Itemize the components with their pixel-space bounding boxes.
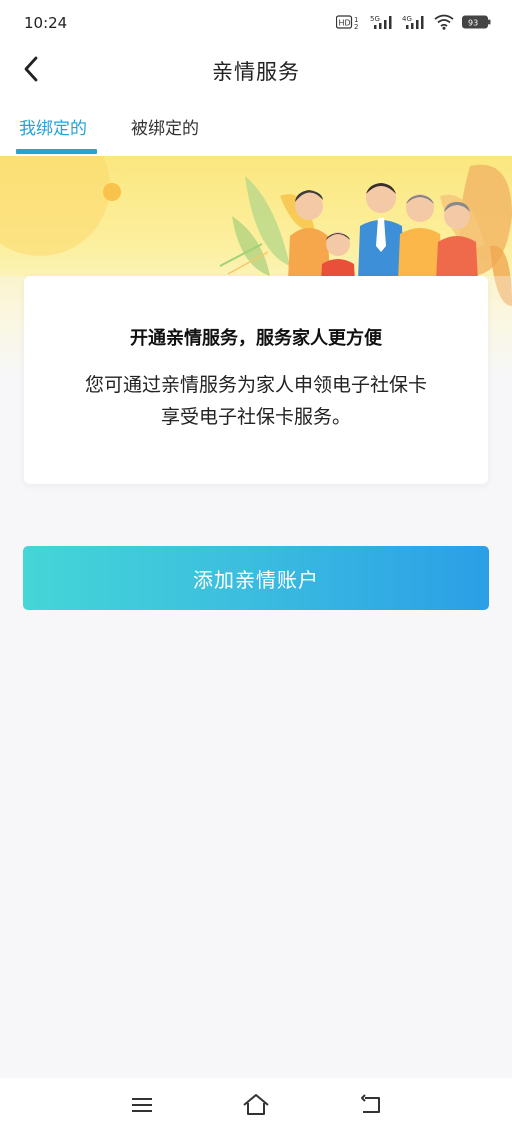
tab-bar: 我绑定的 被绑定的 <box>0 98 512 156</box>
tab-bound-by-others[interactable]: 被绑定的 <box>131 114 199 139</box>
signal-5g-icon: 5G <box>370 14 394 30</box>
signal-4g-icon: 4G <box>402 14 426 30</box>
svg-text:4G: 4G <box>402 15 412 23</box>
svg-text:2: 2 <box>354 23 358 29</box>
status-bar: 10:24 HD 1 2 5G 4G 93 <box>0 0 512 44</box>
hd-icon: HD 1 2 <box>336 15 362 29</box>
home-button[interactable] <box>240 1092 272 1122</box>
battery-icon: 93 <box>462 14 492 30</box>
add-family-account-button[interactable]: 添加亲情账户 <box>23 546 489 610</box>
card-description-line-1: 您可通过亲情服务为家人申领电子社保卡 <box>84 374 427 396</box>
return-button[interactable] <box>354 1092 386 1122</box>
svg-text:HD: HD <box>339 19 351 28</box>
tab-active-indicator <box>16 149 97 154</box>
svg-text:93: 93 <box>468 18 478 27</box>
page-title: 亲情服务 <box>212 60 300 84</box>
card-description-line-2: 享受电子社保卡服务。 <box>160 406 351 428</box>
wifi-icon <box>434 14 454 30</box>
tab-my-bindings[interactable]: 我绑定的 <box>19 114 87 139</box>
add-button-label: 添加亲情账户 <box>193 567 319 592</box>
menu-button[interactable] <box>126 1092 158 1122</box>
menu-icon <box>130 1095 154 1119</box>
home-icon <box>241 1093 271 1121</box>
back-return-icon <box>357 1094 383 1120</box>
info-card: 开通亲情服务，服务家人更方便 您可通过亲情服务为家人申领电子社保卡 享受电子社保… <box>24 276 488 484</box>
svg-text:5G: 5G <box>370 15 380 23</box>
status-time: 10:24 <box>24 14 68 32</box>
screen: 10:24 HD 1 2 5G 4G 93 亲情服务 我绑定的 被绑定的 开通亲… <box>0 0 512 1137</box>
system-nav-bar <box>0 1078 512 1137</box>
status-icons: HD 1 2 5G 4G 93 <box>336 12 492 32</box>
card-heading: 开通亲情服务，服务家人更方便 <box>130 328 382 349</box>
header: 亲情服务 <box>0 44 512 98</box>
